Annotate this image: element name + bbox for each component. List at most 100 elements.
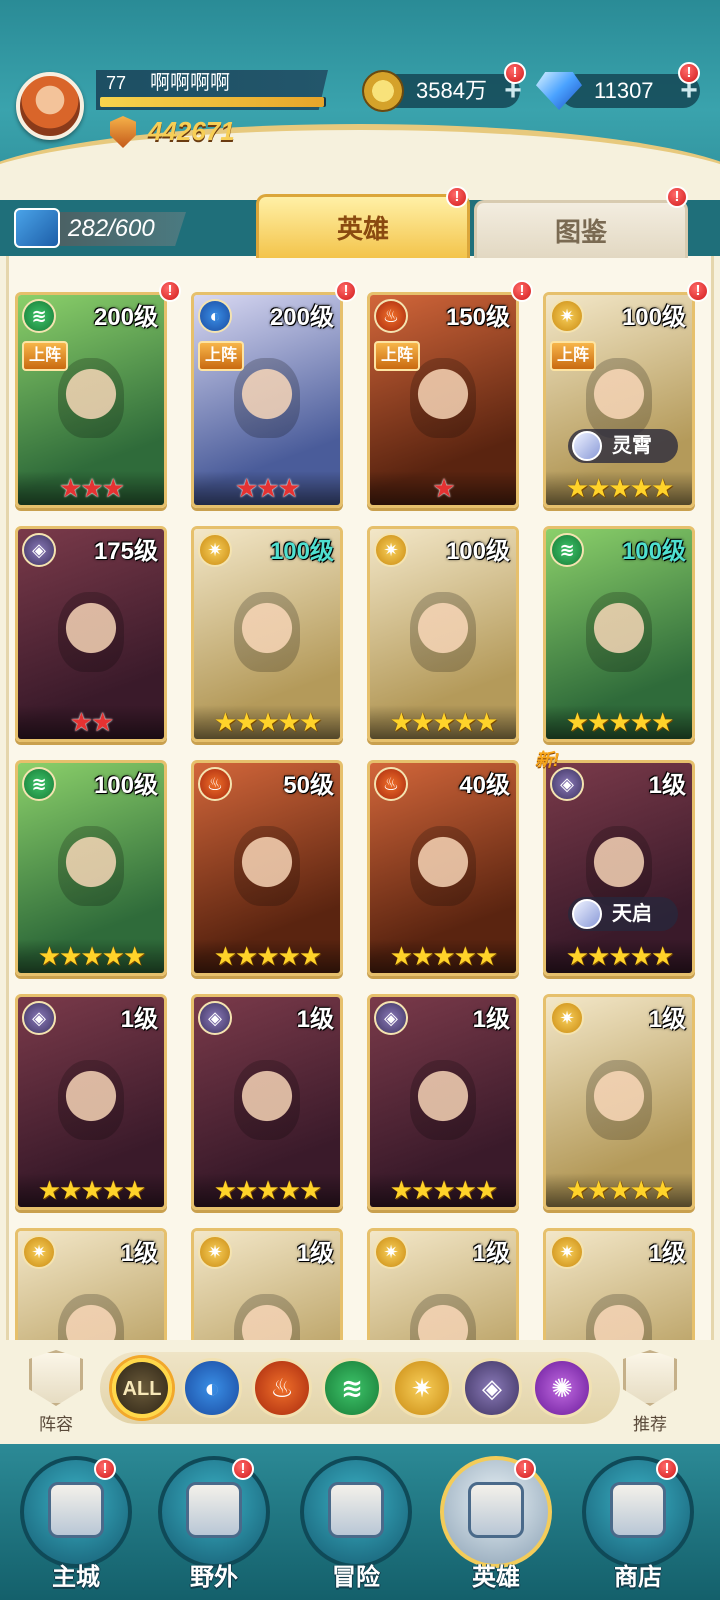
- hero-level: 100级: [269, 538, 334, 565]
- player-name: 啊啊啊啊: [150, 72, 230, 94]
- light-faction-icon: ✷: [374, 533, 408, 567]
- light-faction-icon: ✷: [198, 1235, 232, 1269]
- star-rating: ★★★★★: [370, 939, 516, 973]
- hero-face: [586, 592, 652, 672]
- hero-cards-icon: [14, 208, 60, 248]
- hero-face: [410, 826, 476, 906]
- lineup-button[interactable]: 阵容: [16, 1350, 96, 1435]
- light-faction-icon: ✷: [550, 1001, 584, 1035]
- hero-card[interactable]: ✷ 100级 上阵 灵霄 ★★★★★: [543, 292, 695, 508]
- hero-card[interactable]: ◈ 1级 ★★★★★: [191, 994, 343, 1210]
- hero-card[interactable]: ✷ 1级: [15, 1228, 167, 1340]
- nav-wild[interactable]: 野外 !: [148, 1450, 280, 1600]
- exp-bar: [100, 97, 326, 107]
- light-faction-icon: ✷: [374, 1235, 408, 1269]
- hero-card[interactable]: ◈ 1级 ★★★★★: [15, 994, 167, 1210]
- hero-card[interactable]: ♨ 50级 ★★★★★: [191, 760, 343, 976]
- tab-atlas[interactable]: 图鉴: [474, 200, 688, 258]
- hero-level: 150级: [445, 304, 510, 331]
- filter-all-button[interactable]: ALL: [112, 1358, 172, 1418]
- recommend-button[interactable]: 推荐: [610, 1350, 690, 1435]
- hero-face: [234, 1060, 300, 1140]
- filter-light-button[interactable]: ✷: [392, 1358, 452, 1418]
- hero-alert-badge: !: [511, 280, 533, 302]
- hero-card[interactable]: ✷ 1级: [543, 1228, 695, 1340]
- filter-water-button[interactable]: ◐: [182, 1358, 242, 1418]
- star-rating: ★: [370, 471, 516, 505]
- hero-grid-area: ≋ 200级 上阵 ★★★! ◐ 200级 上阵 ★★★! ♨ 150级 上阵 ★! ✷ 100级 上阵 灵霄…: [0, 256, 720, 1340]
- top-header: 77 啊啊啊啊 442671 3584万 + ! 11307 + !: [0, 0, 720, 200]
- hero-face: [234, 1294, 300, 1340]
- hero-level: 1级: [648, 1006, 686, 1033]
- hero-card[interactable]: ≋ 200级 上阵 ★★★: [15, 292, 167, 508]
- deployed-tag: 上阵: [550, 341, 596, 371]
- nav-city[interactable]: 主城 !: [10, 1450, 142, 1600]
- water-faction-icon: ◐: [198, 299, 232, 333]
- filter-wind-button[interactable]: ≋: [322, 1358, 382, 1418]
- nav-adventure[interactable]: 冒险: [290, 1450, 422, 1600]
- nav-heroes-label: 英雄: [472, 1564, 520, 1591]
- star-rating: ★★★★★: [194, 1173, 340, 1207]
- fire-faction-icon: ♨: [198, 767, 232, 801]
- gold-coin-icon: [362, 70, 404, 112]
- gems-alert-badge: !: [678, 62, 700, 84]
- hero-card[interactable]: ≋ 100级 ★★★★★: [543, 526, 695, 742]
- player-avatar[interactable]: [16, 72, 84, 140]
- hero-card[interactable]: ♨ 40级 ★★★★★: [367, 760, 519, 976]
- wild-badge: !: [232, 1458, 254, 1480]
- skin-emblem-icon: [572, 431, 602, 461]
- hero-alert-badge: !: [159, 280, 181, 302]
- heroes-nav-badge: !: [514, 1458, 536, 1480]
- hero-card[interactable]: ✷ 1级: [367, 1228, 519, 1340]
- hero-card[interactable]: ✷ 1级 ★★★★★: [543, 994, 695, 1210]
- hero-alert-badge: !: [335, 280, 357, 302]
- star-rating: ★★★★★: [546, 1173, 692, 1207]
- filter-dark-button[interactable]: ◈: [462, 1358, 522, 1418]
- light-faction-icon: ✷: [198, 533, 232, 567]
- hero-level: 1级: [120, 1006, 158, 1033]
- skin-name: 天启: [612, 903, 652, 925]
- star-rating: ★★: [18, 705, 164, 739]
- hero-card[interactable]: ◐ 200级 上阵 ★★★: [191, 292, 343, 508]
- helmet-glyph: [468, 1482, 524, 1538]
- nav-adventure-label: 冒险: [332, 1564, 380, 1591]
- thumbs-up-icon: [623, 1350, 677, 1406]
- hero-card[interactable]: ◈ 1级 天启 ★★★★★: [543, 760, 695, 976]
- nav-shop-label: 商店: [614, 1564, 662, 1591]
- hero-level: 1级: [296, 1240, 334, 1267]
- shop-glyph: [610, 1482, 666, 1538]
- star-rating: ★★★★★: [546, 939, 692, 973]
- exp-bar-fill: [100, 97, 324, 107]
- deployed-tag: 上阵: [374, 341, 420, 371]
- hero-alert-badge: !: [687, 280, 709, 302]
- hero-level: 40级: [459, 772, 510, 799]
- dark-faction-icon: ◈: [550, 767, 584, 801]
- hero-face: [58, 826, 124, 906]
- star-rating: ★★★: [18, 471, 164, 505]
- hero-level: 1级: [648, 1240, 686, 1267]
- fire-faction-icon: ♨: [374, 767, 408, 801]
- portal-glyph: [186, 1482, 242, 1538]
- filter-fire-button[interactable]: ♨: [252, 1358, 312, 1418]
- hero-card[interactable]: ✷ 100级 ★★★★★: [191, 526, 343, 742]
- power-shield-icon: [110, 116, 136, 148]
- star-rating: ★★★★★: [194, 939, 340, 973]
- city-badge: !: [94, 1458, 116, 1480]
- nav-city-label: 主城: [52, 1564, 100, 1591]
- player-level: 77: [105, 73, 127, 93]
- tab-heroes[interactable]: 英雄: [256, 194, 470, 258]
- hero-card[interactable]: ≋ 100级 ★★★★★: [15, 760, 167, 976]
- nav-shop[interactable]: 商店 !: [572, 1450, 704, 1600]
- hero-level: 100级: [621, 538, 686, 565]
- hero-card[interactable]: ♨ 150级 上阵 ★: [367, 292, 519, 508]
- hero-face: [586, 826, 652, 906]
- hero-card[interactable]: ✷ 100级 ★★★★★: [367, 526, 519, 742]
- wind-faction-icon: ≋: [22, 767, 56, 801]
- hero-card[interactable]: ◈ 175级 ★★: [15, 526, 167, 742]
- hero-card[interactable]: ✷ 1级: [191, 1228, 343, 1340]
- heroes-tab-badge: !: [446, 186, 468, 208]
- star-rating: ★★★★★: [370, 705, 516, 739]
- hero-card[interactable]: ◈ 1级 ★★★★★: [367, 994, 519, 1210]
- nav-heroes[interactable]: 英雄 !: [430, 1450, 562, 1600]
- filter-void-button[interactable]: ✺: [532, 1358, 592, 1418]
